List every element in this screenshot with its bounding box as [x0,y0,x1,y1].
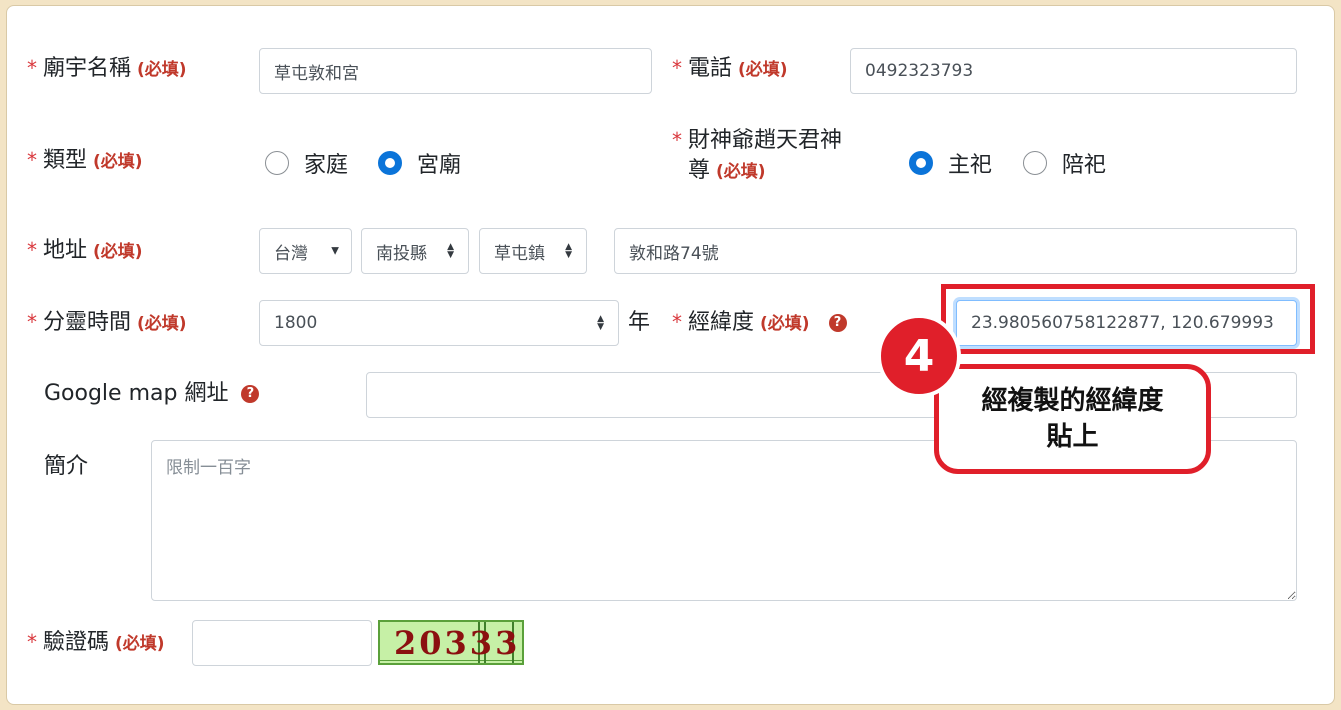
phone-input[interactable]: 0492323793 [850,48,1297,94]
annotation-callout: 經複製的經緯度 貼上 [934,364,1211,474]
street-input[interactable]: 敦和路74號 [614,228,1297,274]
deity-radio-main[interactable] [909,151,933,175]
captcha-label: * 驗證碼 (必填) [27,630,165,655]
type-option-temple-label: 宮廟 [417,153,462,178]
type-radio-temple[interactable] [378,151,402,175]
phone-label: * 電話 (必填) [672,56,788,81]
captcha-input[interactable] [192,620,372,666]
type-option-home-label: 家庭 [304,153,349,178]
up-down-icon: ▲ ▼ [447,242,454,260]
type-label: * 類型 (必填) [27,148,143,173]
temple-name-label: * 廟宇名稱 (必填) [27,56,187,81]
latlng-label: * 經緯度 (必填) ? [672,310,847,336]
deity-option-secondary-label: 陪祀 [1062,153,1107,178]
deity-radio-secondary[interactable] [1023,151,1047,175]
town-select[interactable]: 草屯鎮 ▲ ▼ [479,228,587,274]
captcha-code: 20333 [394,624,521,662]
help-icon[interactable]: ? [241,385,260,403]
deity-option-main-label: 主祀 [948,153,993,178]
annotation-step-badge: 4 [877,314,961,398]
annotation-highlight-box [941,284,1315,354]
type-radio-home[interactable] [265,151,289,175]
up-down-icon: ▲ ▼ [597,314,604,332]
form-card: * 廟宇名稱 (必填) 草屯敦和宮 * 電話 (必填) 0492323793 * 類型 (必… [6,5,1335,705]
county-select[interactable]: 南投縣 ▲ ▼ [361,228,469,274]
google-map-label: Google map 網址 ? [44,381,260,407]
year-suffix: 年 [628,310,651,335]
address-label: * 地址 (必填) [27,238,143,263]
country-select[interactable]: 台灣 ▼ [259,228,352,274]
help-icon[interactable]: ? [828,314,847,332]
temple-name-input[interactable]: 草屯敦和宮 [259,48,652,94]
split-time-label: * 分靈時間 (必填) [27,310,187,335]
captcha-image[interactable]: 20333 [378,620,524,665]
up-down-icon: ▲ ▼ [565,242,572,260]
intro-label: 簡介 [44,454,89,479]
chevron-down-icon: ▼ [331,245,339,257]
split-time-select[interactable]: 1800 ▲ ▼ [259,300,619,346]
deity-label: * 財神爺趙天君神 尊 (必填) [672,128,843,184]
